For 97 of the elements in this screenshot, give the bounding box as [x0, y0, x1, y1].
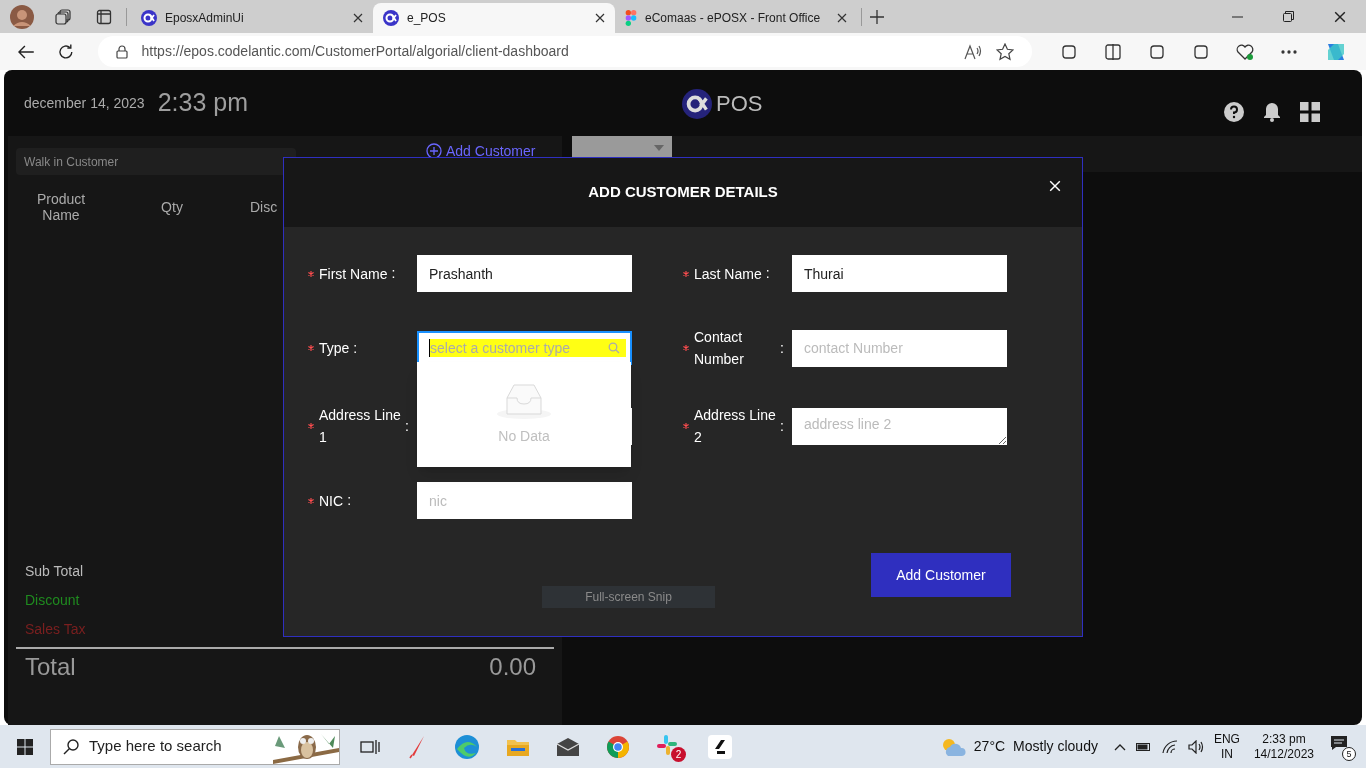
label-colon: : — [347, 491, 351, 510]
field-label: NIC — [319, 491, 344, 511]
close-icon[interactable] — [837, 13, 847, 23]
field-label: Address Line 2 — [694, 406, 777, 447]
category-dropdown[interactable] — [572, 136, 672, 160]
lock-icon — [115, 44, 128, 59]
favorite-star-icon[interactable] — [996, 42, 1014, 61]
read-aloud-icon[interactable] — [964, 43, 982, 60]
task-view-icon[interactable] — [360, 737, 380, 756]
text-field[interactable]: nic — [417, 482, 632, 519]
region-text: IN — [1220, 746, 1233, 762]
split-screen-icon[interactable] — [1104, 42, 1122, 61]
label-colon: : — [780, 338, 784, 358]
battery-icon[interactable] — [1135, 741, 1152, 752]
tab-title: EposxAdminUi — [165, 10, 245, 27]
field-label: Contact Number — [694, 328, 745, 369]
dialog-title: ADD CUSTOMER DETAILS — [588, 182, 778, 203]
weather-text: Mostly cloudy — [1013, 737, 1098, 756]
language-indicator[interactable]: ENG IN — [1213, 731, 1240, 762]
logo-text: POS — [716, 90, 763, 118]
back-icon[interactable] — [18, 44, 34, 59]
tooltip: Full-screen Snip — [542, 586, 715, 608]
search-icon — [63, 738, 79, 755]
label-colon: : — [780, 416, 784, 436]
text-field[interactable]: Thurai — [792, 255, 1007, 292]
edge-browser-icon[interactable] — [454, 733, 480, 760]
restore-icon[interactable] — [1283, 11, 1294, 22]
total-value: 0.00 — [489, 652, 536, 682]
profile-avatar[interactable] — [10, 4, 34, 29]
search-icon — [608, 342, 620, 354]
url-text: https://epos.codelantic.com/CustomerPortal/algorial/client-dashboard — [141, 42, 570, 61]
chrome-icon[interactable] — [606, 734, 630, 759]
close-icon[interactable] — [353, 13, 363, 23]
notification-bell-icon[interactable] — [1262, 102, 1282, 122]
label-colon: : — [391, 264, 396, 283]
tab-title: e_POS — [407, 10, 447, 27]
field-label: Last Name — [694, 264, 762, 284]
add-customer-link[interactable]: Add Customer — [426, 143, 536, 159]
app-icon[interactable] — [708, 734, 732, 759]
tab-title: eComaas - ePOSX - Front Office — [645, 10, 822, 27]
time-text: 2:33 pm — [157, 87, 248, 119]
customer-field[interactable]: Walk in Customer — [16, 148, 296, 175]
new-tab-icon[interactable] — [870, 9, 884, 24]
app-logo-icon — [141, 10, 157, 26]
field-label: Type — [319, 339, 350, 358]
empty-text: No Data — [498, 427, 550, 446]
summary-label: Sub Total — [25, 562, 85, 581]
minimize-icon[interactable] — [1232, 15, 1243, 18]
mail-icon[interactable] — [556, 736, 580, 757]
chevron-up-icon[interactable] — [1113, 742, 1126, 751]
notification-center-icon[interactable] — [1330, 734, 1348, 751]
clock-time: 2:33 pm — [1262, 731, 1306, 747]
label-colon: : — [405, 416, 409, 436]
clock[interactable]: 2:33 pm 14/12/2023 — [1253, 731, 1314, 762]
taskbar-search-field[interactable]: Type here to search — [50, 728, 340, 765]
summary-label: Sales Tax — [25, 620, 87, 639]
text-field[interactable]: Prashanth — [417, 255, 632, 292]
summary-label: Discount — [25, 591, 81, 610]
plus-circle-icon — [426, 143, 442, 159]
field-label: First Name — [319, 264, 388, 284]
address-line-2-field[interactable]: address line 2 — [792, 407, 1007, 445]
notification-count: 5 — [1342, 746, 1356, 761]
column-header: Disc — [250, 197, 278, 217]
wifi-icon[interactable] — [1161, 739, 1178, 754]
field-label: Address Line 1 — [319, 406, 402, 447]
heartbeat-icon[interactable] — [1236, 42, 1254, 61]
app-logo-icon — [682, 88, 712, 119]
column-header: Qty — [160, 197, 184, 217]
address-bar[interactable]: https://epos.codelantic.com/CustomerPortal/algorial/client-dashboard — [97, 36, 1032, 67]
app-logo-icon — [383, 10, 399, 26]
browser-tab[interactable]: EposxAdminUi — [131, 3, 373, 33]
add-customer-button[interactable]: Add Customer — [871, 553, 1011, 597]
workspaces-icon[interactable] — [55, 8, 71, 25]
browser-tab[interactable]: eComaas - ePOSX - Front Office — [615, 3, 857, 33]
language-text: ENG — [1213, 731, 1240, 747]
column-header: Product Name — [35, 191, 87, 223]
apps-grid-icon[interactable] — [1300, 102, 1320, 122]
weather-temperature: 27°C — [973, 737, 1006, 756]
tab-actions-icon[interactable] — [96, 8, 112, 25]
close-icon[interactable] — [1334, 10, 1346, 23]
slack-icon[interactable] — [656, 733, 678, 756]
total-label: Total — [25, 652, 76, 682]
text-field[interactable]: contact Number — [792, 329, 1007, 367]
windows-start-icon[interactable] — [17, 738, 33, 755]
label-colon: : — [353, 338, 358, 358]
unread-badge: 2 — [671, 746, 686, 762]
help-icon[interactable] — [1224, 102, 1244, 122]
close-icon[interactable] — [595, 13, 605, 23]
browser-tab[interactable]: e_POS — [373, 3, 615, 33]
caret-icon — [654, 145, 664, 151]
refresh-icon[interactable] — [57, 43, 74, 60]
empty-inbox-icon — [496, 382, 552, 420]
date-text: december 14, 2023 — [24, 93, 145, 113]
speaker-icon[interactable] — [1187, 739, 1204, 754]
figma-icon — [625, 10, 637, 26]
clock-date: 14/12/2023 — [1253, 746, 1314, 762]
label-colon: : — [765, 264, 770, 283]
